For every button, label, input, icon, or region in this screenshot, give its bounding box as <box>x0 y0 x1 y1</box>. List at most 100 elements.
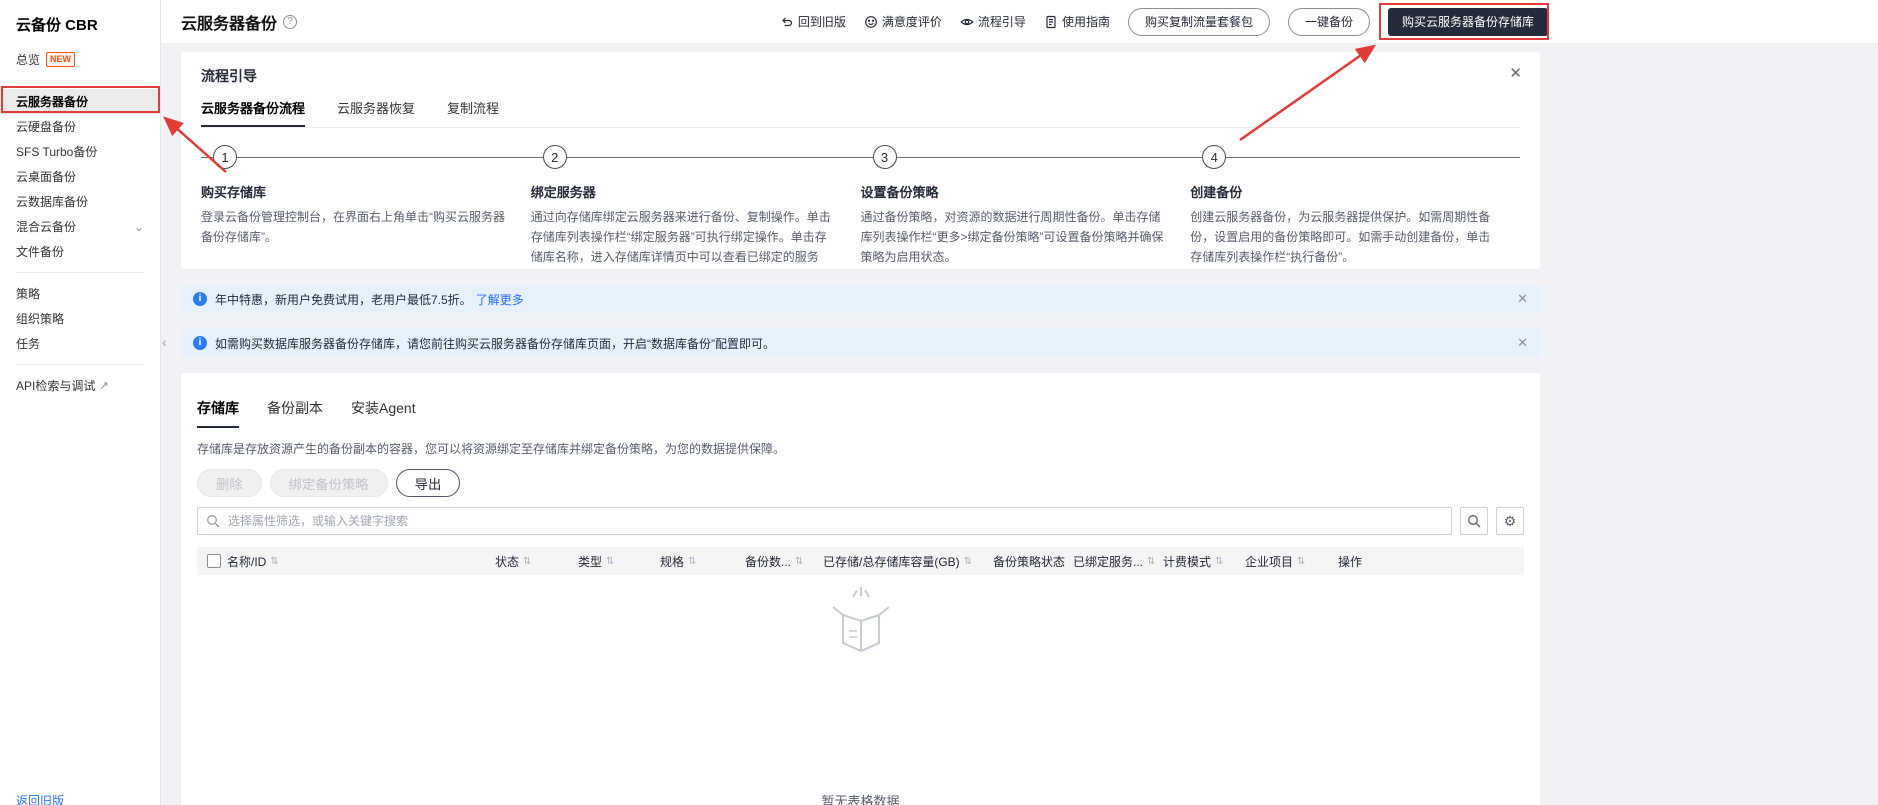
search-input[interactable] <box>197 507 1452 535</box>
step-description: 通过备份策略，对资源的数据进行周期性备份。单击存储库列表操作栏“更多>绑定备份策… <box>860 210 1164 264</box>
info-icon: i <box>193 292 207 306</box>
tab-server-backup-flow[interactable]: 云服务器备份流程 <box>201 98 306 127</box>
sort-icon[interactable]: ⇅ <box>270 556 278 567</box>
sidebar-item-label: 混合云备份 <box>16 220 77 234</box>
learn-more-link[interactable]: 了解更多 <box>476 291 524 308</box>
sidebar-item-label: 云硬盘备份 <box>16 120 77 134</box>
close-icon[interactable]: ✕ <box>1509 64 1522 82</box>
column-type[interactable]: 类型 ⇅ <box>572 553 654 570</box>
sidebar-item-tasks[interactable]: 任务 <box>0 331 160 356</box>
sidebar-item-label: 云桌面备份 <box>16 170 77 184</box>
sidebar-item-label: API检索与调试 <box>16 379 96 393</box>
back-to-old-link[interactable]: 返回旧版 <box>16 792 64 805</box>
overview-label: 总览 <box>16 53 41 67</box>
tab-replication-flow[interactable]: 复制流程 <box>447 98 499 127</box>
step-number: 2 <box>542 145 567 169</box>
sort-icon[interactable]: ⇅ <box>1147 556 1155 567</box>
sidebar-collapse-icon[interactable]: ‹ <box>162 330 174 354</box>
banner-text: 如需购买数据库服务器备份存储库，请您前往购买云服务器备份存储库页面，开启“数据库… <box>215 336 775 351</box>
guide-card-title: 流程引导 <box>201 68 257 84</box>
info-icon: i <box>193 336 207 350</box>
column-spec[interactable]: 规格 ⇅ <box>654 553 739 570</box>
sidebar-item-overview[interactable]: 总览 NEW <box>0 47 160 72</box>
sidebar-item-desktop-backup[interactable]: 云桌面备份 <box>0 164 160 189</box>
sort-icon[interactable]: ⇅ <box>688 556 696 567</box>
sort-icon[interactable]: ⇅ <box>795 556 803 567</box>
sidebar-item-label: 云服务器备份 <box>16 95 89 109</box>
step-description: 创建云服务器备份，为云服务器提供保护。如需周期性备份，设置启用的备份策略即可。如… <box>1190 210 1491 264</box>
step-description: 通过向存储库绑定云服务器来进行备份、复制操作。单击存储库列表操作栏“绑定服务器”… <box>530 210 831 264</box>
buy-replication-package-button[interactable]: 购买复制流量套餐包 <box>1127 7 1270 36</box>
empty-box-icon <box>823 585 899 660</box>
link-label: 使用指南 <box>1061 15 1110 29</box>
tab-server-restore[interactable]: 云服务器恢复 <box>337 98 415 127</box>
guide-step-1: 1 购买存储库 登录云备份管理控制台，在界面右上角单击“购买云服务器备份存储库”… <box>201 144 531 269</box>
divider <box>16 80 144 81</box>
search-submit-button[interactable] <box>1460 507 1488 535</box>
sidebar-item-server-backup[interactable]: 云服务器备份 <box>0 89 160 114</box>
smiley-icon <box>865 15 877 28</box>
select-all-checkbox[interactable] <box>207 554 221 568</box>
column-used-capacity[interactable]: 已存储/总存储库容量(GB) ⇅ <box>817 553 987 570</box>
external-link-icon: ↗ <box>99 380 109 392</box>
sidebar-item-disk-backup[interactable]: 云硬盘备份 <box>0 114 160 139</box>
sidebar-item-label: 策略 <box>16 287 41 301</box>
column-billing-mode[interactable]: 计费模式 ⇅ <box>1157 553 1239 570</box>
sidebar-item-sfs-turbo-backup[interactable]: SFS Turbo备份 <box>0 139 160 164</box>
sidebar-item-api-explorer[interactable]: API检索与调试 ↗ <box>0 373 160 398</box>
close-icon[interactable]: ✕ <box>1517 335 1528 351</box>
guide-steps: 1 购买存储库 登录云备份管理控制台，在界面右上角单击“购买云服务器备份存储库”… <box>201 144 1520 269</box>
back-to-old-version-link[interactable]: 回到旧版 <box>780 13 846 30</box>
column-name-id[interactable]: 名称/ID ⇅ <box>221 553 489 570</box>
column-bound-servers[interactable]: 已绑定服务... ⇅ <box>1067 553 1157 570</box>
satisfaction-survey-link[interactable]: 满意度评价 <box>864 13 942 30</box>
link-label: 回到旧版 <box>797 15 846 29</box>
column-operation: 操作 <box>1338 554 1363 569</box>
sort-icon[interactable]: ⇅ <box>1297 556 1305 567</box>
user-guide-link[interactable]: 使用指南 <box>1044 13 1110 30</box>
sidebar-item-org-policy[interactable]: 组织策略 <box>0 306 160 331</box>
sidebar-item-hybrid-backup[interactable]: 混合云备份 ⌄ <box>0 214 160 239</box>
document-icon <box>1046 15 1056 28</box>
sort-icon[interactable]: ⇅ <box>1215 556 1223 567</box>
column-backup-count[interactable]: 备份数... ⇅ <box>739 553 817 570</box>
sort-icon[interactable]: ⇅ <box>606 556 614 567</box>
column-status[interactable]: 状态 ⇅ <box>489 553 572 570</box>
search-icon <box>207 515 220 528</box>
process-guide-link[interactable]: 流程引导 <box>960 13 1026 30</box>
page-title-text: 云服务器备份 <box>181 15 278 33</box>
guide-step-2: 2 绑定服务器 通过向存储库绑定云服务器来进行备份、复制操作。单击存储库列表操作… <box>530 144 861 269</box>
step-title: 购买存储库 <box>201 185 267 200</box>
sort-icon[interactable]: ⇅ <box>964 556 972 567</box>
sidebar-item-label: 云数据库备份 <box>16 195 89 209</box>
link-label: 流程引导 <box>977 15 1026 29</box>
step-number: 4 <box>1202 145 1227 169</box>
sidebar-item-database-backup[interactable]: 云数据库备份 <box>0 189 160 214</box>
search-icon <box>1468 515 1481 528</box>
service-title: 云备份 CBR <box>16 17 98 34</box>
sidebar-item-file-backup[interactable]: 文件备份 <box>0 239 160 264</box>
tab-backups[interactable]: 备份副本 <box>267 398 323 428</box>
sidebar-item-policy[interactable]: 策略 <box>0 281 160 306</box>
page-title: 云服务器备份 ? <box>181 10 298 34</box>
buy-server-backup-vault-button[interactable]: 购买云服务器备份存储库 <box>1387 7 1548 36</box>
step-number: 1 <box>213 145 237 169</box>
table-settings-button[interactable]: ⚙ <box>1496 507 1524 535</box>
export-button[interactable]: 导出 <box>395 469 461 497</box>
tab-vaults[interactable]: 存储库 <box>197 398 239 428</box>
promo-banner: i 年中特惠，新用户免费试用，老用户最低7.5折。 了解更多 ✕ <box>181 285 1540 313</box>
bind-policy-button[interactable]: 绑定备份策略 <box>269 469 388 497</box>
one-click-backup-button[interactable]: 一键备份 <box>1287 7 1370 36</box>
vault-description: 存储库是存放资源产生的备份副本的容器，您可以将资源绑定至存储库并绑定备份策略，为… <box>197 442 786 456</box>
divider <box>16 272 144 273</box>
column-policy-status[interactable]: 备份策略状态 <box>987 553 1067 570</box>
chevron-down-icon: ⌄ <box>133 219 144 234</box>
delete-button[interactable]: 删除 <box>197 469 262 497</box>
tab-install-agent[interactable]: 安装Agent <box>351 398 416 428</box>
column-enterprise-project[interactable]: 企业项目 ⇅ <box>1239 553 1332 570</box>
step-title: 创建备份 <box>1190 185 1243 200</box>
close-icon[interactable]: ✕ <box>1517 291 1528 307</box>
help-icon[interactable]: ? <box>283 14 298 29</box>
sort-icon[interactable]: ⇅ <box>523 556 531 567</box>
step-title: 设置备份策略 <box>860 185 939 200</box>
